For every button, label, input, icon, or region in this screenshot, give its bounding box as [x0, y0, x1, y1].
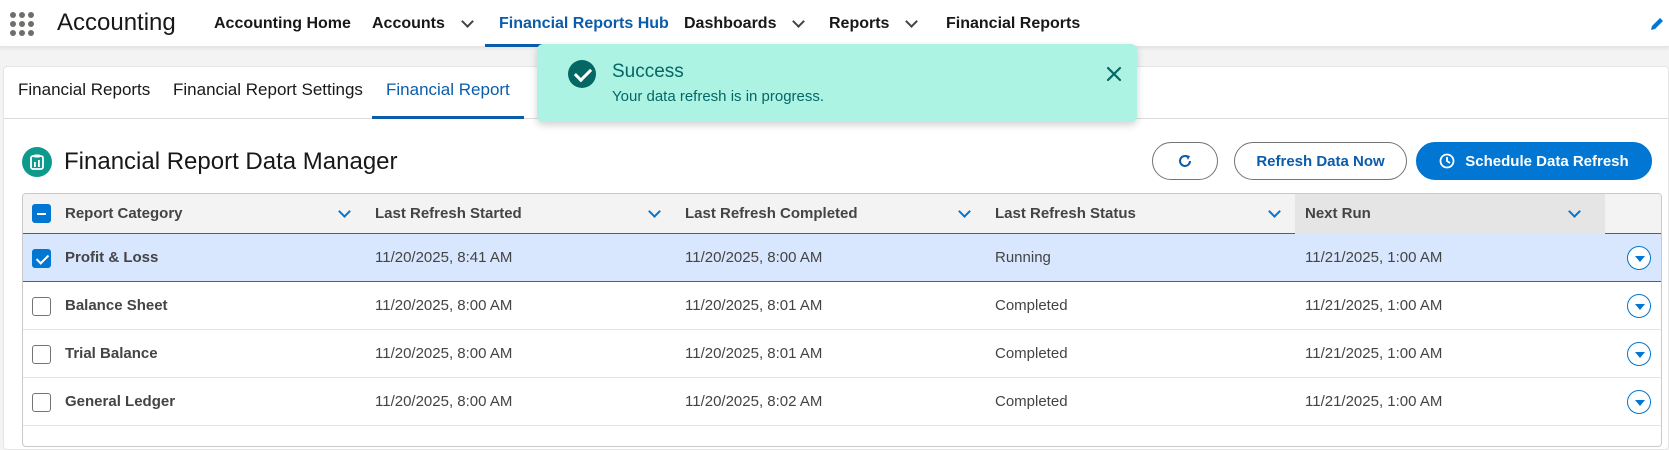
row-actions-button[interactable] — [1627, 342, 1651, 366]
cell-next-run: 11/21/2025, 1:00 AM — [1305, 393, 1443, 410]
success-check-icon — [568, 60, 596, 88]
schedule-data-refresh-button[interactable]: Schedule Data Refresh — [1416, 142, 1652, 180]
cell-next-run: 11/21/2025, 1:00 AM — [1305, 297, 1443, 314]
cell-last-refresh-completed: 11/20/2025, 8:01 AM — [685, 345, 823, 362]
chevron-down-icon[interactable] — [905, 14, 919, 28]
refresh-data-now-button[interactable]: Refresh Data Now — [1234, 142, 1407, 180]
cell-last-refresh-started: 11/20/2025, 8:00 AM — [375, 345, 513, 362]
nav-item-label: Reports — [829, 14, 890, 32]
cell-last-refresh-status: Completed — [995, 393, 1068, 410]
data-table: Report Category Last Refresh Started Las… — [22, 193, 1662, 447]
chevron-down-icon[interactable] — [461, 14, 474, 28]
clock-icon — [1439, 153, 1455, 169]
edit-nav-icon[interactable] — [1649, 16, 1665, 32]
nav-item-financial-reports-hub[interactable]: Financial Reports Hub — [485, 0, 683, 47]
chevron-down-icon[interactable] — [1568, 205, 1581, 218]
select-all-checkbox[interactable] — [32, 204, 51, 223]
row-checkbox[interactable] — [32, 249, 51, 268]
chevron-down-icon[interactable] — [1268, 205, 1281, 218]
main-panel: Financial Reports Financial Report Setti… — [3, 66, 1669, 450]
close-icon[interactable] — [1104, 64, 1124, 84]
row-checkbox[interactable] — [32, 393, 51, 412]
chevron-down-icon[interactable] — [958, 205, 971, 218]
cell-next-run: 11/21/2025, 1:00 AM — [1305, 345, 1443, 362]
toast-title: Success — [612, 61, 684, 82]
nav-item-label: Dashboards — [684, 14, 777, 32]
cell-last-refresh-started: 11/20/2025, 8:00 AM — [375, 393, 513, 410]
page-title: Financial Report Data Manager — [64, 148, 398, 175]
row-actions-button[interactable] — [1627, 246, 1651, 270]
tab-financial-report[interactable]: Financial Report — [372, 67, 524, 119]
cell-last-refresh-completed: 11/20/2025, 8:02 AM — [685, 393, 823, 410]
toast-message: Your data refresh is in progress. — [612, 88, 825, 105]
cell-last-refresh-started: 11/20/2025, 8:00 AM — [375, 297, 513, 314]
cell-last-refresh-status: Completed — [995, 297, 1068, 314]
cell-report-category[interactable]: Profit & Loss — [65, 234, 158, 282]
cell-last-refresh-completed: 11/20/2025, 8:01 AM — [685, 297, 823, 314]
global-nav: Accounting Accounting Home Accounts Fina… — [0, 0, 1669, 47]
column-header-label: Report Category — [65, 205, 183, 222]
app-name: Accounting — [57, 9, 176, 36]
column-header-last-refresh-completed[interactable]: Last Refresh Completed — [685, 194, 995, 234]
column-header-report-category[interactable]: Report Category — [65, 194, 375, 234]
cell-last-refresh-started: 11/20/2025, 8:41 AM — [375, 249, 513, 266]
table-row[interactable]: Balance Sheet 11/20/2025, 8:00 AM 11/20/… — [23, 282, 1661, 330]
report-icon — [22, 147, 52, 177]
row-checkbox[interactable] — [32, 297, 51, 316]
row-checkbox[interactable] — [32, 345, 51, 364]
chevron-down-icon[interactable] — [338, 205, 351, 218]
column-header-next-run[interactable]: Next Run — [1295, 194, 1605, 234]
nav-item-label: Financial Reports Hub — [499, 14, 669, 32]
table-row[interactable]: General Ledger 11/20/2025, 8:00 AM 11/20… — [23, 378, 1661, 426]
nav-item-reports[interactable]: Reports — [829, 0, 919, 47]
cell-last-refresh-status: Completed — [995, 345, 1068, 362]
refresh-icon — [1179, 155, 1191, 167]
cell-report-category[interactable]: Balance Sheet — [65, 282, 168, 330]
row-actions-button[interactable] — [1627, 390, 1651, 414]
column-header-label: Last Refresh Status — [995, 205, 1136, 222]
nav-item-label: Accounting Home — [214, 14, 351, 32]
nav-item-label: Financial Reports — [946, 14, 1081, 32]
cell-report-category[interactable]: General Ledger — [65, 378, 175, 426]
nav-item-accounting-home[interactable]: Accounting Home — [214, 0, 351, 47]
chevron-down-icon[interactable] — [648, 205, 661, 218]
nav-item-accounts[interactable]: Accounts — [372, 0, 474, 47]
column-header-label: Last Refresh Started — [375, 205, 522, 222]
row-actions-button[interactable] — [1627, 294, 1651, 318]
column-header-label: Next Run — [1305, 205, 1371, 222]
tab-financial-report-settings[interactable]: Financial Report Settings — [173, 67, 363, 119]
refresh-button[interactable] — [1152, 142, 1218, 180]
table-row[interactable]: Trial Balance 11/20/2025, 8:00 AM 11/20/… — [23, 330, 1661, 378]
cell-last-refresh-status: Running — [995, 249, 1051, 266]
chevron-down-icon[interactable] — [792, 14, 806, 28]
nav-item-dashboards[interactable]: Dashboards — [684, 0, 806, 47]
tab-financial-reports[interactable]: Financial Reports — [18, 67, 150, 119]
column-header-label: Last Refresh Completed — [685, 205, 858, 222]
column-header-last-refresh-status[interactable]: Last Refresh Status — [995, 194, 1305, 234]
cell-next-run: 11/21/2025, 1:00 AM — [1305, 249, 1443, 266]
nav-item-label: Accounts — [372, 14, 445, 32]
column-header-last-refresh-started[interactable]: Last Refresh Started — [375, 194, 685, 234]
cell-last-refresh-completed: 11/20/2025, 8:00 AM — [685, 249, 823, 266]
app-launcher-icon[interactable] — [8, 10, 36, 38]
table-row[interactable]: Profit & Loss 11/20/2025, 8:41 AM 11/20/… — [23, 234, 1661, 282]
cell-report-category[interactable]: Trial Balance — [65, 330, 158, 378]
schedule-label: Schedule Data Refresh — [1465, 152, 1629, 170]
nav-item-financial-reports[interactable]: Financial Reports — [946, 0, 1080, 47]
success-toast: Success Your data refresh is in progress… — [537, 44, 1137, 122]
table-header: Report Category Last Refresh Started Las… — [23, 194, 1661, 234]
